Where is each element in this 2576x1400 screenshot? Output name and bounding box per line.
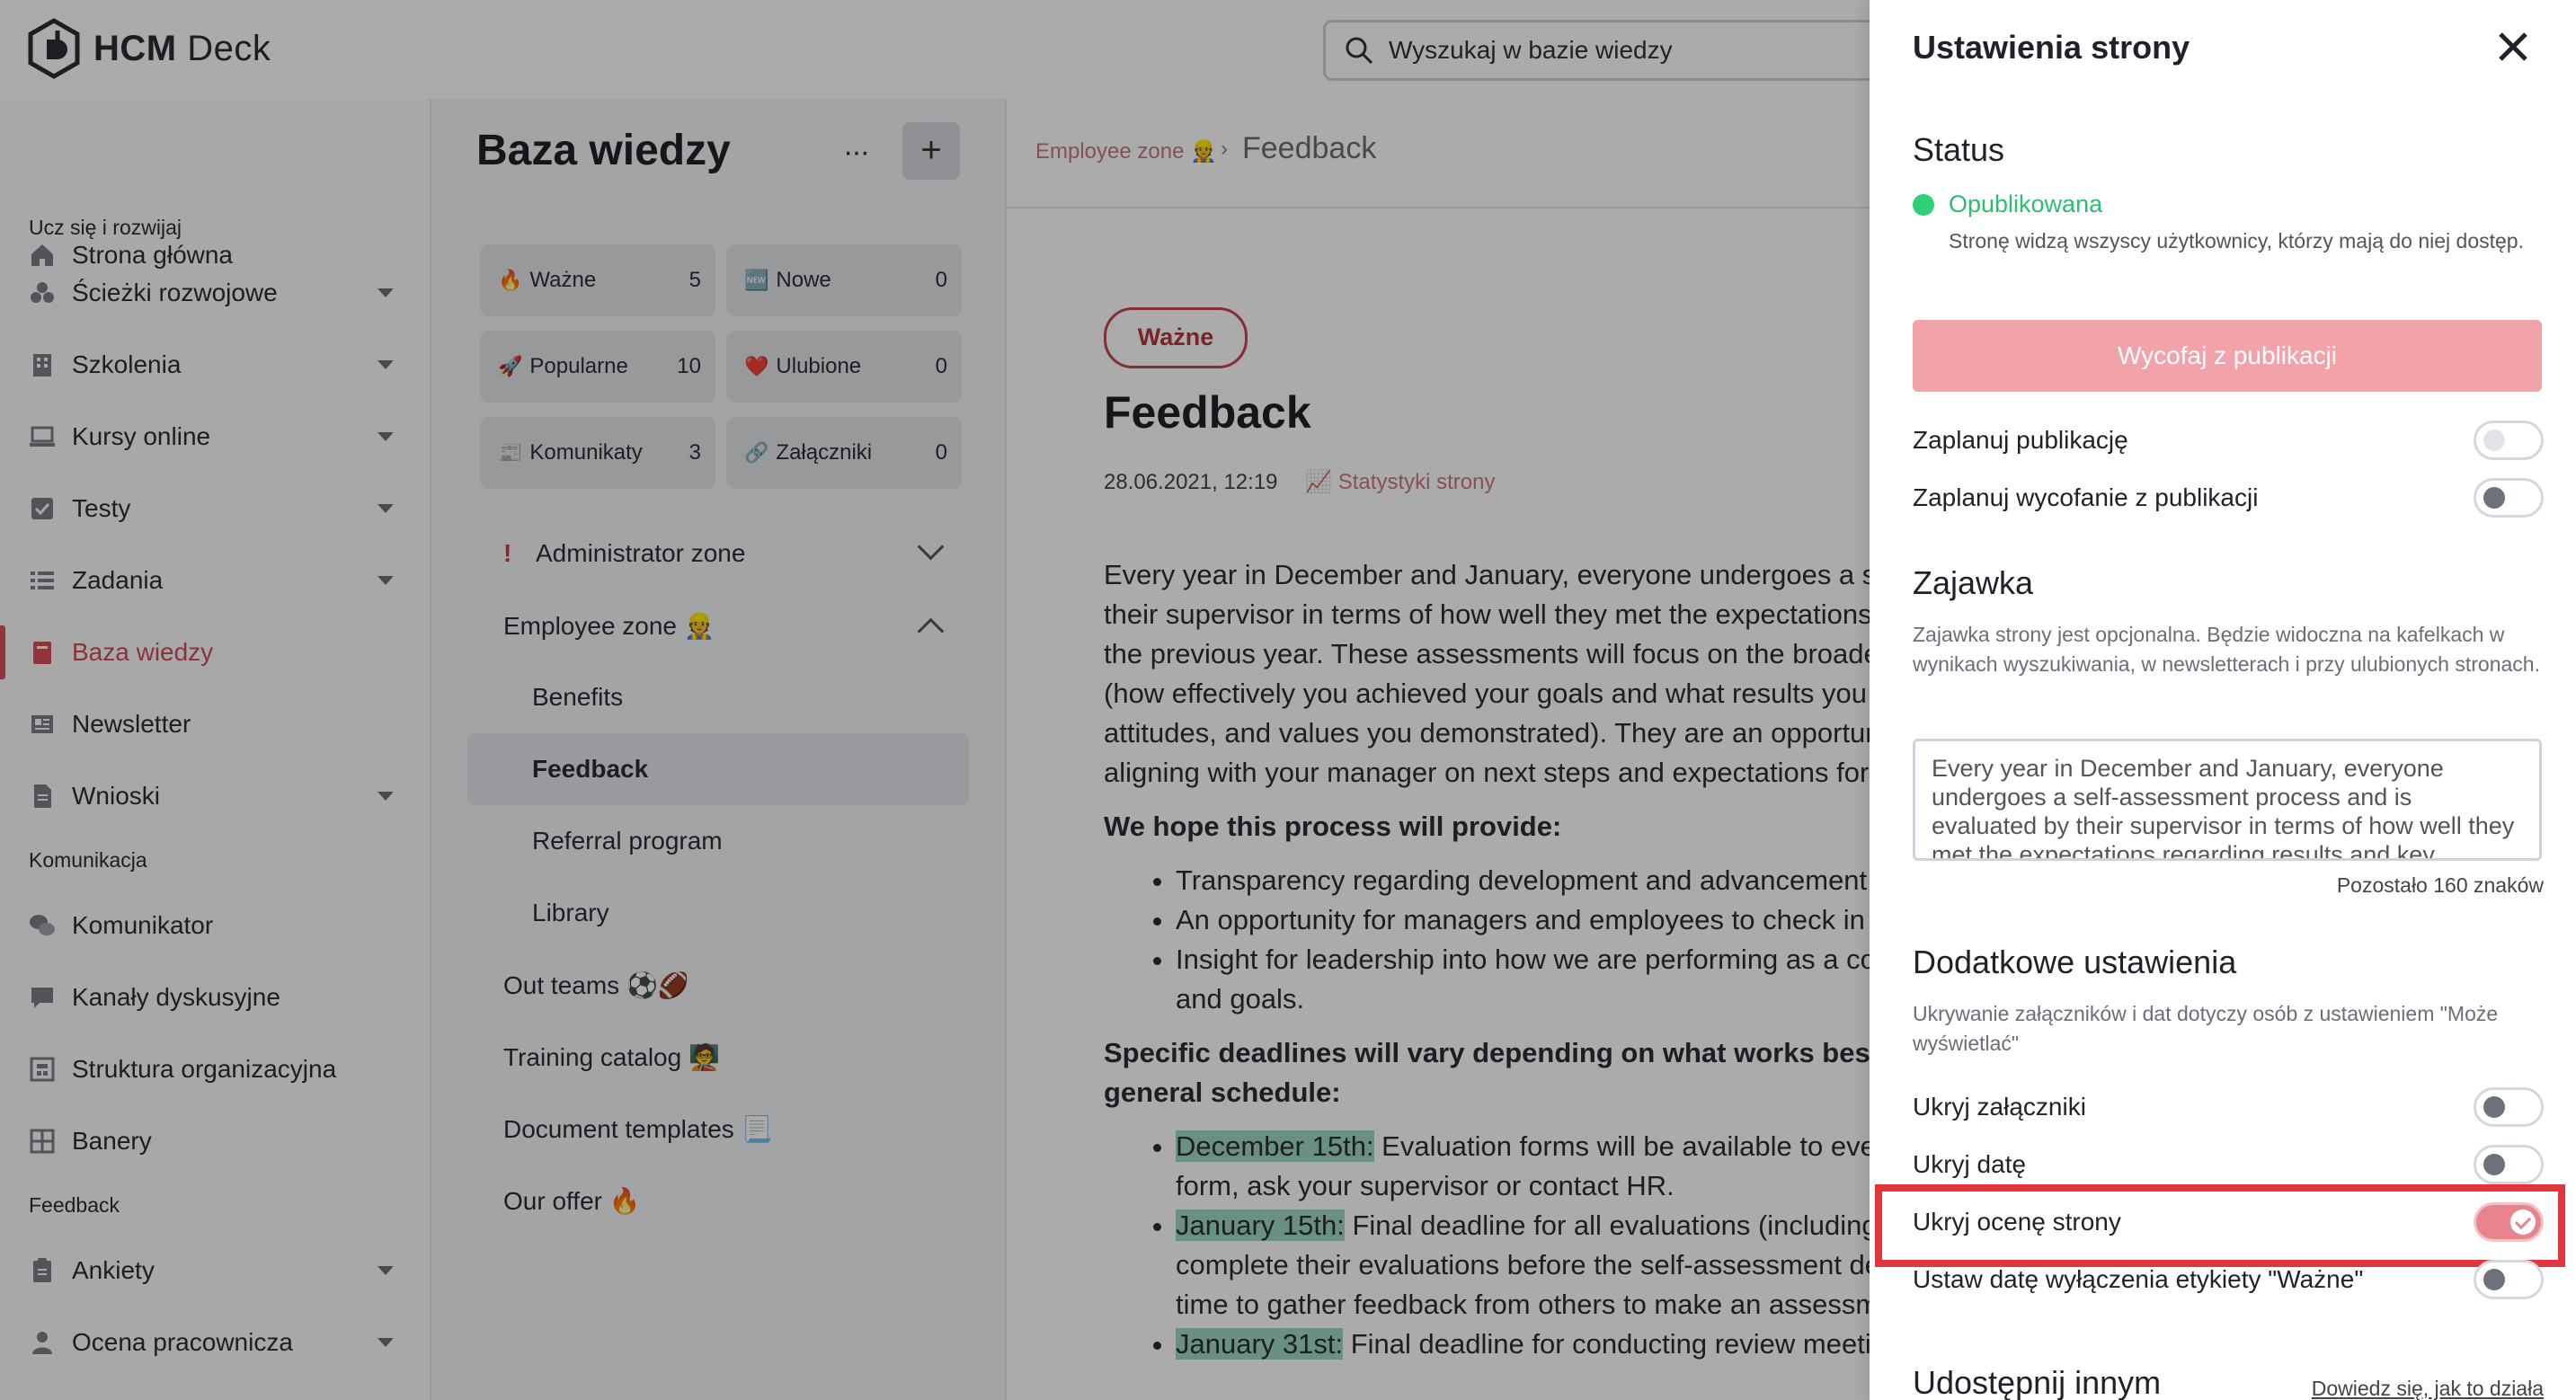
- close-icon[interactable]: [2490, 23, 2536, 70]
- toggle-knob: [2483, 1096, 2505, 1118]
- status-heading: Status: [1913, 131, 2005, 168]
- schedule-unpublish-toggle[interactable]: [2474, 478, 2544, 518]
- status-value: Opublikowana: [1949, 191, 2103, 217]
- additional-settings-hint: Ukrywanie załączników i dat dotyczy osób…: [1913, 1002, 2499, 1055]
- share-heading: Udostępnij innym: [1913, 1364, 2162, 1400]
- hide-rating-label: Ukryj ocenę strony: [1913, 1208, 2121, 1236]
- check-icon: [2510, 1209, 2536, 1235]
- hide-rating-toggle[interactable]: [2474, 1202, 2544, 1242]
- drawer-title: Ustawienia strony: [1913, 29, 2190, 66]
- schedule-publication-label: Zaplanuj publikację: [1913, 426, 2128, 454]
- toggle-knob: [2483, 1269, 2505, 1290]
- teaser-heading: Zajawka: [1913, 564, 2034, 601]
- status-description: Stronę widzą wszyscy użytkownicy, którzy…: [1949, 229, 2524, 253]
- hide-date-toggle[interactable]: [2474, 1145, 2544, 1184]
- additional-settings-heading: Dodatkowe ustawienia: [1913, 944, 2237, 980]
- toggle-knob: [2483, 1154, 2505, 1175]
- hide-date-label: Ukryj datę: [1913, 1150, 2027, 1178]
- teaser-textarea[interactable]: Every year in December and January, ever…: [1913, 739, 2542, 861]
- toggle-knob: [2483, 430, 2505, 451]
- schedule-publication-toggle[interactable]: [2474, 421, 2544, 460]
- learn-more-link[interactable]: Dowiedz się, jak to działa: [2312, 1377, 2544, 1400]
- hide-attachments-toggle[interactable]: [2474, 1087, 2544, 1127]
- page-settings-drawer: Ustawienia strony Status Opublikowana St…: [1870, 0, 2576, 1400]
- modal-overlay[interactable]: [0, 0, 1870, 1400]
- schedule-unpublish-label: Zaplanuj wycofanie z publikacji: [1913, 483, 2259, 511]
- important-label-date-toggle[interactable]: [2474, 1260, 2544, 1299]
- unpublish-button[interactable]: Wycofaj z publikacji: [1913, 320, 2542, 392]
- status-dot-icon: [1913, 194, 1934, 216]
- characters-remaining: Pozostało 160 znaków: [2336, 873, 2544, 897]
- important-label-date-label: Ustaw datę wyłączenia etykiety "Ważne": [1913, 1265, 2364, 1293]
- hide-attachments-label: Ukryj załączniki: [1913, 1093, 2086, 1121]
- toggle-knob: [2483, 487, 2505, 509]
- teaser-hint: Zajawka strony jest opcjonalna. Będzie w…: [1913, 623, 2540, 676]
